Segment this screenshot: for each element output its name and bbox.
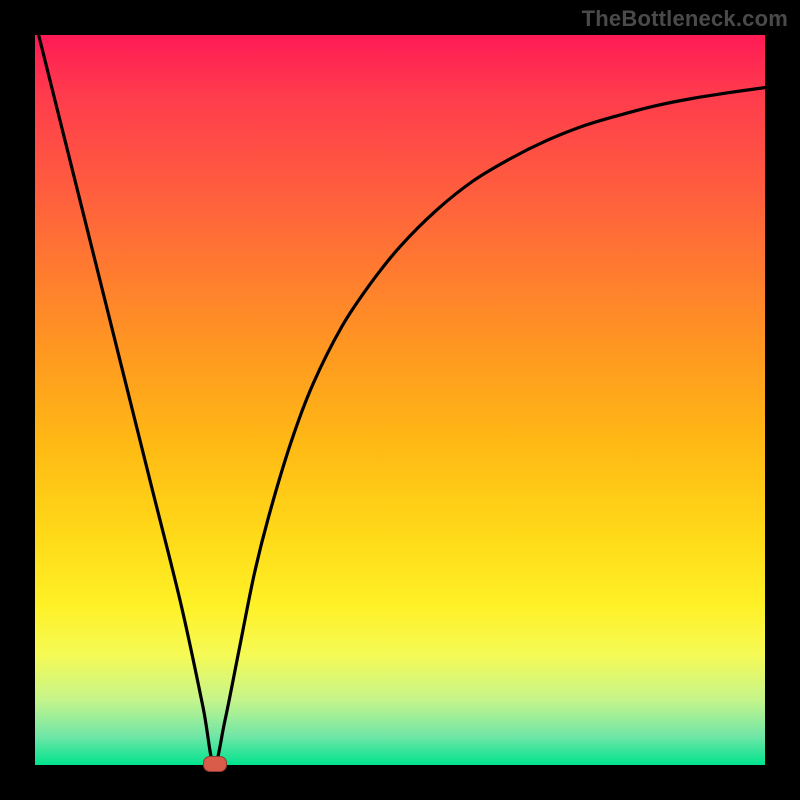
watermark-text: TheBottleneck.com bbox=[582, 6, 788, 32]
optimal-point-marker bbox=[203, 756, 227, 772]
plot-area bbox=[35, 35, 765, 765]
chart-frame: TheBottleneck.com bbox=[0, 0, 800, 800]
bottleneck-curve bbox=[35, 35, 765, 765]
